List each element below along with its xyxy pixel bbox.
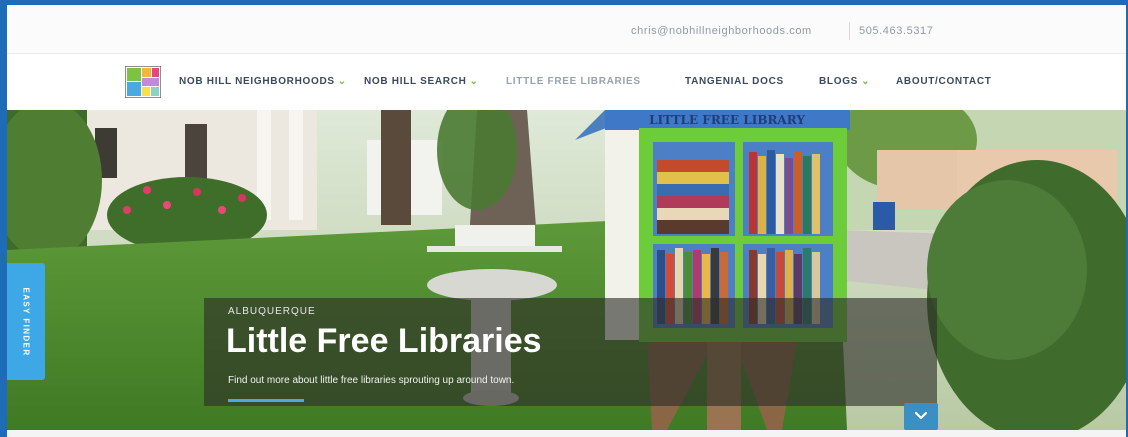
- nav-item-nob-hill-neighborhoods[interactable]: NOB HILL NEIGHBORHOODS ⌄: [179, 76, 347, 87]
- library-sign-text: LITTLE FREE LIBRARY: [649, 113, 805, 127]
- nav-item-nob-hill-search[interactable]: NOB HILL SEARCH ⌄: [364, 76, 479, 87]
- hero-subtitle: Find out more about little free librarie…: [228, 375, 515, 386]
- colored-squares-logo-icon: [124, 65, 162, 99]
- nav-item-about-contact[interactable]: ABOUT/CONTACT: [896, 76, 992, 87]
- nav-item-label: LITTLE FREE LIBRARIES: [506, 76, 641, 87]
- chevron-down-icon: ⌄: [861, 76, 871, 87]
- main-navigation: NOB HILL NEIGHBORHOODS ⌄ NOB HILL SEARCH ⌄…: [7, 54, 1126, 110]
- hero-title: Little Free Libraries: [226, 322, 542, 360]
- easy-finder-label: EASY FINDER: [21, 286, 31, 357]
- contact-email-link[interactable]: chris@nobhillneighborhoods.com: [631, 25, 812, 37]
- page-bottom-strip: [7, 430, 1126, 437]
- hero-underline: [228, 399, 304, 402]
- nav-item-label: ABOUT/CONTACT: [896, 76, 992, 87]
- chevron-down-icon: [915, 411, 927, 420]
- hero-eyebrow: ALBUQUERQUE: [228, 306, 316, 317]
- scroll-down-button[interactable]: [904, 403, 938, 430]
- site-logo[interactable]: [124, 65, 162, 99]
- nav-item-blogs[interactable]: BLOGS ⌄: [819, 76, 870, 87]
- nav-item-little-free-libraries[interactable]: LITTLE FREE LIBRARIES: [506, 76, 641, 87]
- nav-item-label: NOB HILL NEIGHBORHOODS: [179, 76, 335, 87]
- nav-item-label: NOB HILL SEARCH: [364, 76, 467, 87]
- contact-divider: [849, 22, 850, 40]
- hero-caption-box: ALBUQUERQUE Little Free Libraries Find o…: [204, 298, 937, 406]
- top-contact-bar: chris@nobhillneighborhoods.com 505.463.5…: [7, 5, 1126, 54]
- hero-banner: LITTLE FREE LIBRARY ALBUQUERQUE Little F…: [7, 110, 1126, 430]
- nav-item-label: TANGENIAL DOCS: [685, 76, 784, 87]
- window-frame-left: [0, 0, 7, 437]
- easy-finder-tab[interactable]: EASY FINDER: [7, 263, 45, 380]
- nav-item-tangenial-docs[interactable]: TANGENIAL DOCS: [685, 76, 784, 87]
- chevron-down-icon: ⌄: [469, 76, 479, 87]
- contact-phone-link[interactable]: 505.463.5317: [859, 25, 934, 37]
- chevron-down-icon: ⌄: [337, 76, 347, 87]
- nav-item-label: BLOGS: [819, 76, 859, 87]
